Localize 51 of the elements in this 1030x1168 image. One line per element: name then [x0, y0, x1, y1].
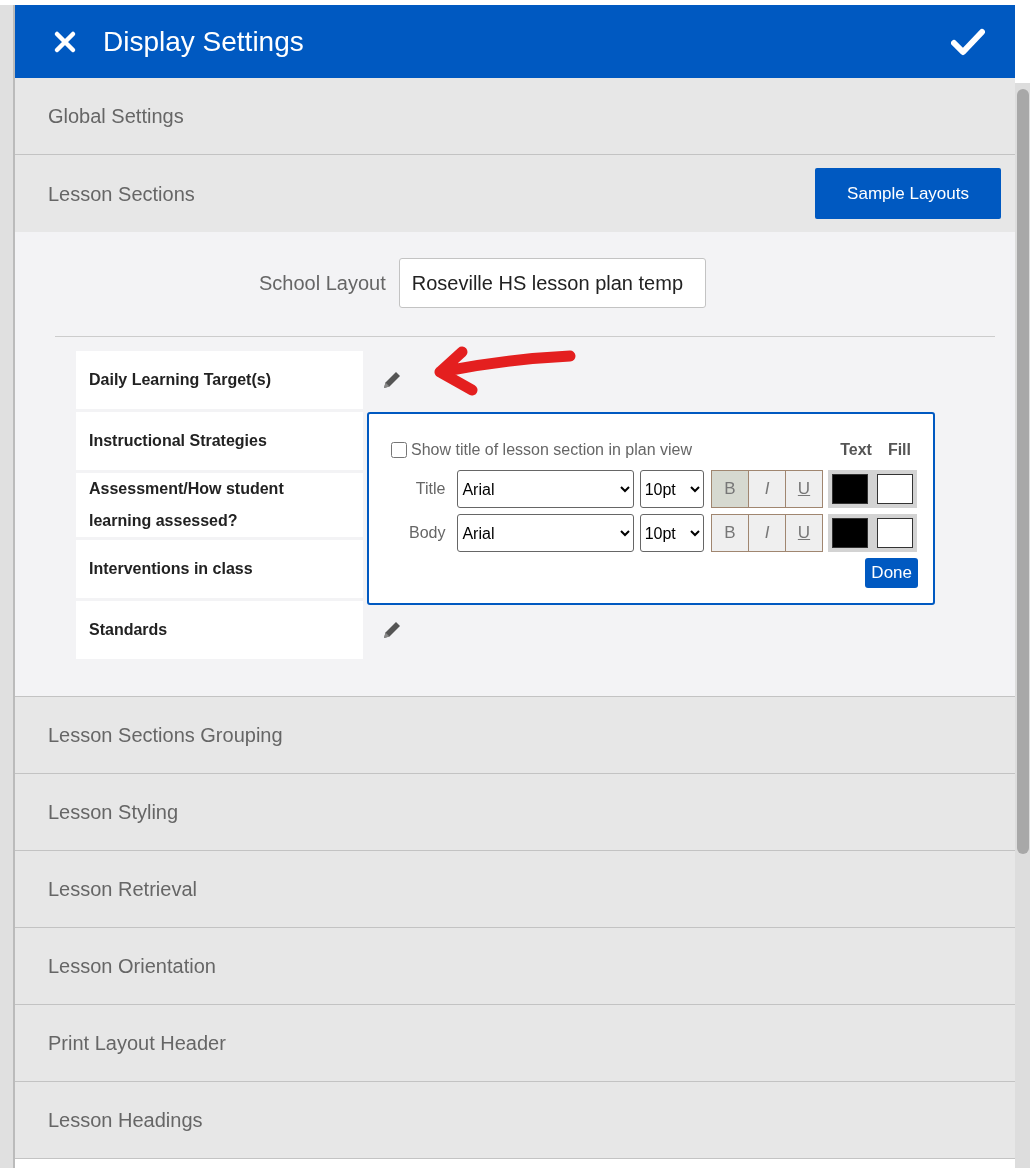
italic-button[interactable]: I — [748, 514, 786, 552]
section-title: Instructional Strategies — [76, 412, 363, 470]
accordion-header[interactable]: Lesson Headings — [15, 1082, 1015, 1159]
school-layout-field[interactable]: Roseville HS lesson plan temp — [398, 258, 706, 308]
checkbox-label: Show title of lesson section in plan view — [411, 440, 693, 460]
underline-button[interactable]: U — [785, 470, 823, 508]
field-label: School Layout — [259, 271, 386, 296]
font-dropdown[interactable]: Arial — [457, 514, 634, 552]
size-dropdown[interactable]: 10pt — [639, 470, 704, 508]
accordion-label: Lesson Styling — [48, 800, 179, 825]
color-swatch[interactable] — [877, 474, 913, 504]
accordion-header[interactable]: Lesson Sections Grouping — [15, 697, 1015, 774]
sample-layouts-button[interactable]: Sample Layouts — [815, 167, 1001, 220]
column-header: Fill — [887, 440, 911, 460]
accordion-label: Lesson Headings — [48, 1108, 203, 1133]
underline-button[interactable]: U — [785, 514, 823, 552]
size-dropdown[interactable]: 10pt — [639, 514, 704, 552]
accordion-label: Lesson Orientation — [48, 954, 216, 979]
checkbox[interactable] — [391, 442, 407, 458]
accordion-label: Lesson Sections Grouping — [48, 723, 283, 748]
accordion-label: Lesson Sections — [48, 181, 195, 207]
accordion-header[interactable]: Lesson Styling — [15, 774, 1015, 851]
section-title: Daily Learning Target(s) — [76, 351, 363, 409]
accordion-header[interactable]: Lesson Sections Sample Layouts — [15, 155, 1015, 232]
section-title: Interventions in class — [76, 540, 363, 598]
column-header: Text — [840, 440, 872, 460]
accordion-label: Print Layout Header — [48, 1031, 226, 1056]
done-button[interactable]: Done — [865, 558, 918, 588]
accordion-header[interactable]: Print Layout Header — [15, 1005, 1015, 1082]
bold-button[interactable]: B — [711, 514, 749, 552]
accordion-header[interactable]: Lesson Retrieval — [15, 851, 1015, 928]
color-swatch[interactable] — [832, 518, 868, 548]
section-title: Standards — [76, 601, 363, 659]
bold-button[interactable]: B — [711, 470, 749, 508]
section-title: Assessment/How student learning assessed? — [76, 473, 363, 537]
italic-button[interactable]: I — [748, 470, 786, 508]
dialog-title: Display Settings — [103, 24, 305, 59]
accordion-header[interactable]: Global Settings — [15, 78, 1015, 155]
color-swatch[interactable] — [877, 518, 913, 548]
accordion-label: Lesson Retrieval — [48, 877, 197, 902]
close-icon[interactable] — [53, 29, 77, 54]
accordion-header[interactable]: Lesson Orientation — [15, 928, 1015, 1005]
row-label: Title — [414, 479, 446, 499]
font-dropdown[interactable]: Arial — [457, 470, 634, 508]
checkmark-icon[interactable] — [951, 27, 985, 56]
scrollbar-thumb[interactable] — [1017, 89, 1029, 854]
row-label: Body — [407, 523, 446, 543]
accordion-label: Global Settings — [48, 104, 184, 129]
pencil-icon[interactable] — [381, 619, 403, 641]
color-swatch[interactable] — [832, 474, 868, 504]
pencil-icon[interactable] — [381, 369, 403, 391]
